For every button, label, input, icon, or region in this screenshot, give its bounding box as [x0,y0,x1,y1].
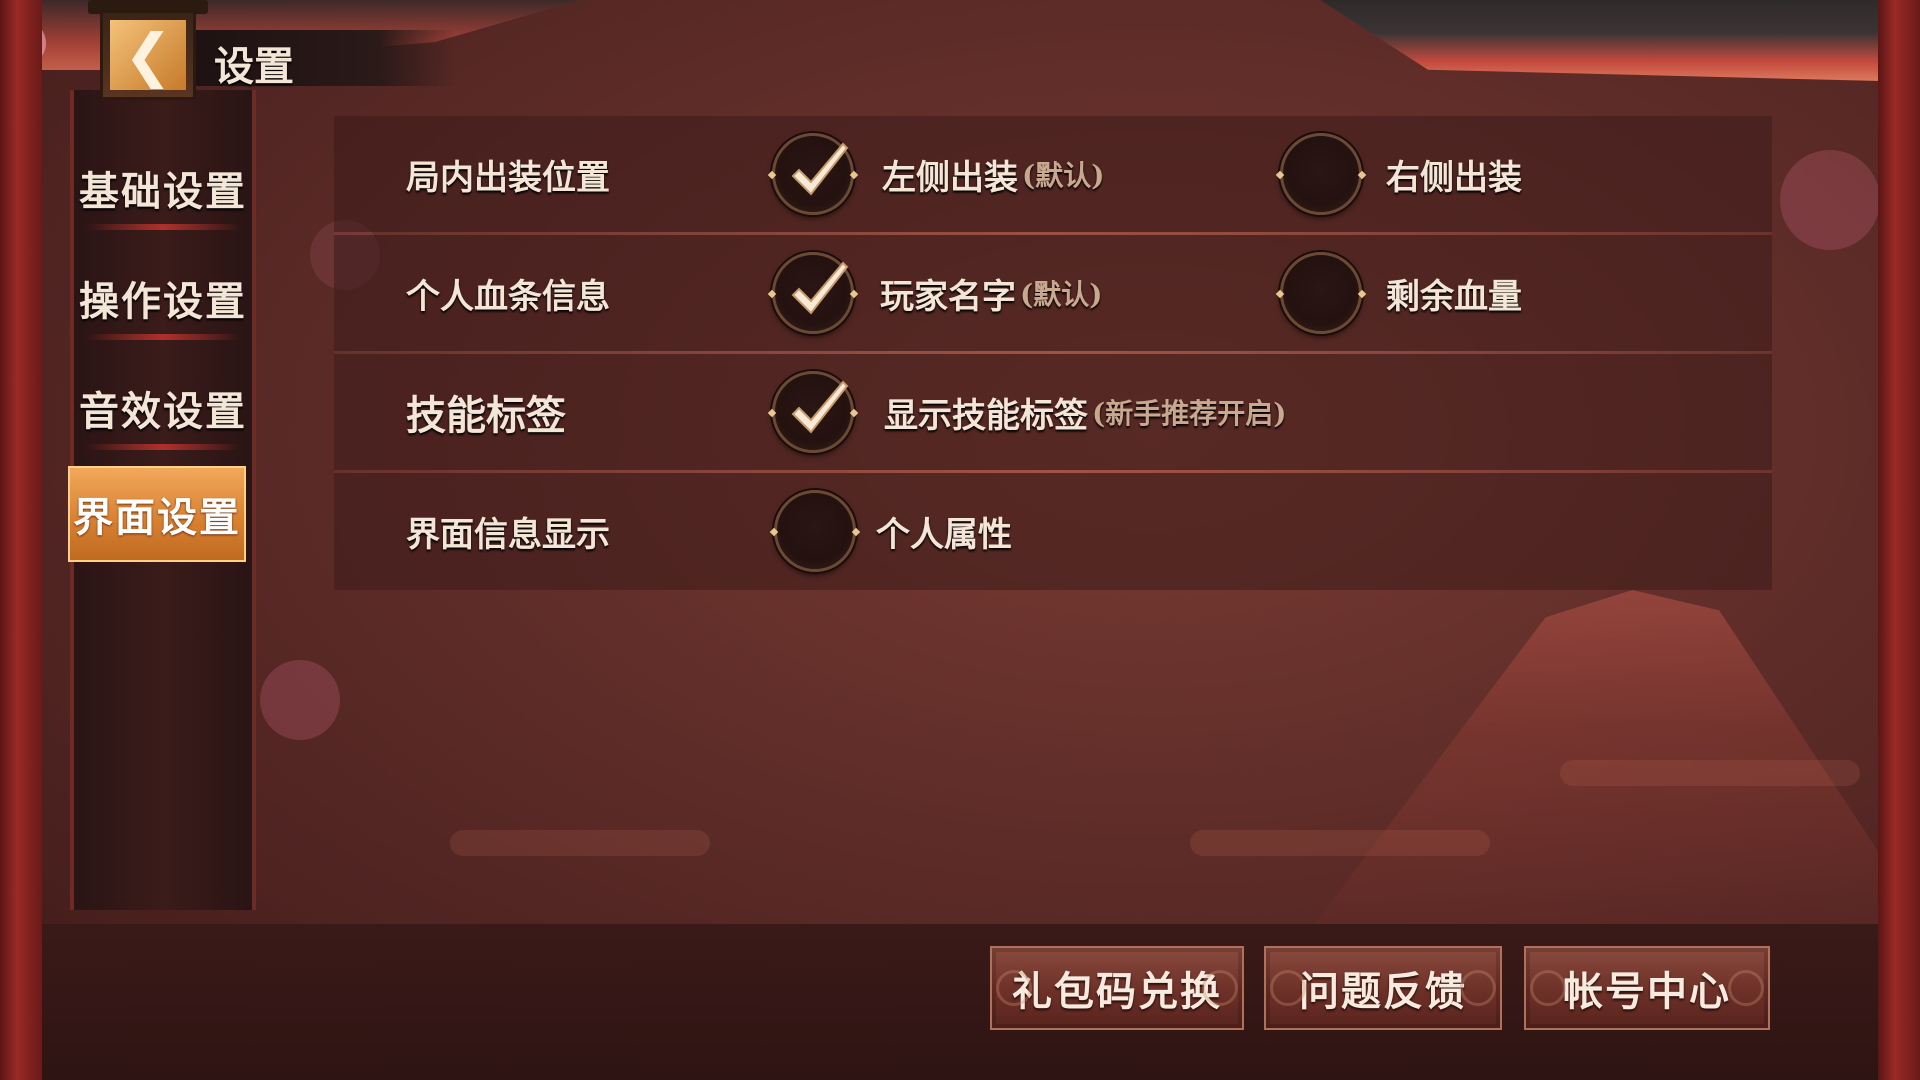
option-label: 个人属性 [876,514,1012,555]
blossom-decoration [1780,150,1880,250]
sidebar-item-label: 基础设置 [79,168,247,215]
checkmark-icon [791,380,849,434]
radio-personal-attributes[interactable] [774,490,856,572]
sidebar-item-controls[interactable]: 操作设置 [74,250,252,346]
cloud-decoration [450,830,710,856]
blossom-decoration [260,660,340,740]
pillar-right [1878,0,1920,1080]
setting-label: 个人血条信息 [406,276,610,317]
radio-left-equip[interactable] [772,133,854,215]
swirl-decoration [1728,970,1764,1006]
swirl-decoration [1202,970,1238,1006]
swirl-decoration [1530,970,1566,1006]
setting-label: 局内出装位置 [406,157,610,198]
setting-row-equip-position: 局内出装位置 左侧出装 (默认) 右侧出装 [334,116,1772,232]
sidebar-item-label: 界面设置 [73,494,241,541]
feedback-button[interactable]: 问题反馈 [1264,946,1502,1030]
cloud-decoration [1190,830,1490,856]
sidebar-item-audio[interactable]: 音效设置 [74,360,252,456]
radio-right-equip[interactable] [1280,133,1362,215]
gift-code-button[interactable]: 礼包码兑换 [990,946,1244,1030]
option-personal-attributes[interactable]: 个人属性 [876,473,1012,589]
page-title: 设置 [214,43,294,90]
button-label: 帐号中心 [1563,968,1731,1015]
option-right-equip[interactable]: 右侧出装 [1386,116,1522,232]
setting-label: 界面信息显示 [406,514,610,555]
sidebar-item-label: 操作设置 [79,278,247,325]
option-label: 玩家名字 [880,276,1016,317]
option-hint: (默认) [1020,278,1103,311]
swirl-decoration [1270,970,1306,1006]
option-remaining-hp[interactable]: 剩余血量 [1386,235,1522,351]
radio-remaining-hp[interactable] [1280,252,1362,334]
option-label: 右侧出装 [1386,157,1522,198]
button-label: 问题反馈 [1299,968,1467,1015]
option-player-name[interactable]: 玩家名字 (默认) [880,235,1103,351]
setting-row-interface-info: 界面信息显示 个人属性 [334,473,1772,590]
roof-eave-right [1320,0,1920,82]
option-hint: (新手推荐开启) [1092,397,1287,430]
settings-panel: 局内出装位置 左侧出装 (默认) 右侧出装 个人血条信息 玩家名字 (默认) 剩… [334,116,1772,590]
checkmark-icon [791,142,849,196]
sidebar-item-label: 音效设置 [79,388,247,435]
sidebar-item-basic[interactable]: 基础设置 [74,140,252,236]
back-arrow-glyph: ❮ [123,21,173,89]
option-show-skill-tags[interactable]: 显示技能标签 (新手推荐开启) [884,354,1287,470]
option-left-equip[interactable]: 左侧出装 (默认) [882,116,1105,232]
settings-sidebar: 基础设置 操作设置 音效设置 界面设置 [68,90,256,910]
swirl-decoration [1460,970,1496,1006]
setting-row-skill-tags: 技能标签 显示技能标签 (新手推荐开启) [334,354,1772,470]
setting-label: 技能标签 [406,392,566,439]
account-center-button[interactable]: 帐号中心 [1524,946,1770,1030]
back-arrow-icon: ❮ [110,20,186,90]
sidebar-item-interface[interactable]: 界面设置 [68,466,246,562]
option-label: 剩余血量 [1386,276,1522,317]
radio-show-skill-tags[interactable] [772,371,854,453]
back-button[interactable]: ❮ [100,10,196,100]
cloud-decoration [1560,760,1860,786]
setting-row-health-bar: 个人血条信息 玩家名字 (默认) 剩余血量 [334,235,1772,351]
option-label: 左侧出装 [882,157,1018,198]
option-label: 显示技能标签 [884,395,1088,436]
option-hint: (默认) [1022,159,1105,192]
pillar-left [0,0,42,1080]
radio-player-name[interactable] [772,252,854,334]
button-label: 礼包码兑换 [1012,968,1222,1015]
checkmark-icon [791,261,849,315]
swirl-decoration [996,970,1032,1006]
